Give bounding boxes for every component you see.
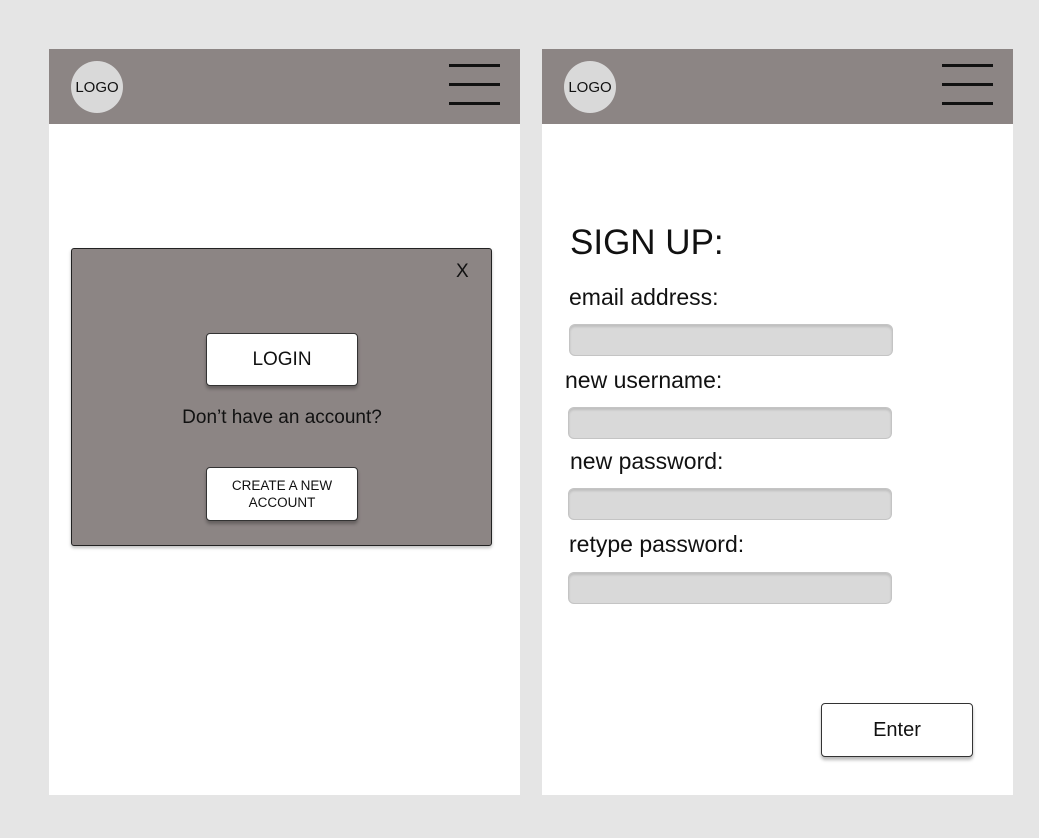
retype-password-label: retype password: bbox=[569, 531, 745, 557]
logo[interactable]: LOGO bbox=[564, 61, 616, 113]
username-field[interactable] bbox=[568, 407, 892, 439]
enter-button[interactable]: Enter bbox=[821, 703, 973, 757]
hamburger-menu-icon[interactable] bbox=[449, 64, 500, 106]
menu-line bbox=[449, 64, 500, 67]
top-bar: LOGO bbox=[49, 49, 520, 124]
username-label: new username: bbox=[565, 367, 723, 393]
login-screen: LOGO X LOGIN Don’t have an account? CREA… bbox=[49, 49, 520, 795]
close-icon[interactable]: X bbox=[456, 261, 469, 283]
top-bar: LOGO bbox=[542, 49, 1013, 124]
password-field[interactable] bbox=[568, 488, 892, 520]
signup-screen: LOGO SIGN UP: email address: new usernam… bbox=[542, 49, 1013, 795]
password-label: new password: bbox=[570, 448, 724, 474]
menu-line bbox=[449, 83, 500, 86]
menu-line bbox=[942, 102, 993, 105]
create-account-button[interactable]: CREATE A NEW ACCOUNT bbox=[206, 467, 358, 521]
retype-password-field[interactable] bbox=[568, 572, 892, 604]
menu-line bbox=[942, 64, 993, 67]
email-field[interactable] bbox=[569, 324, 893, 356]
menu-line bbox=[942, 83, 993, 86]
email-label: email address: bbox=[569, 284, 719, 310]
no-account-text: Don’t have an account? bbox=[182, 407, 382, 428]
login-modal: X LOGIN Don’t have an account? CREATE A … bbox=[71, 248, 492, 546]
logo[interactable]: LOGO bbox=[71, 61, 123, 113]
hamburger-menu-icon[interactable] bbox=[942, 64, 993, 106]
login-button[interactable]: LOGIN bbox=[206, 333, 358, 386]
page-title: SIGN UP: bbox=[570, 223, 724, 262]
menu-line bbox=[449, 102, 500, 105]
